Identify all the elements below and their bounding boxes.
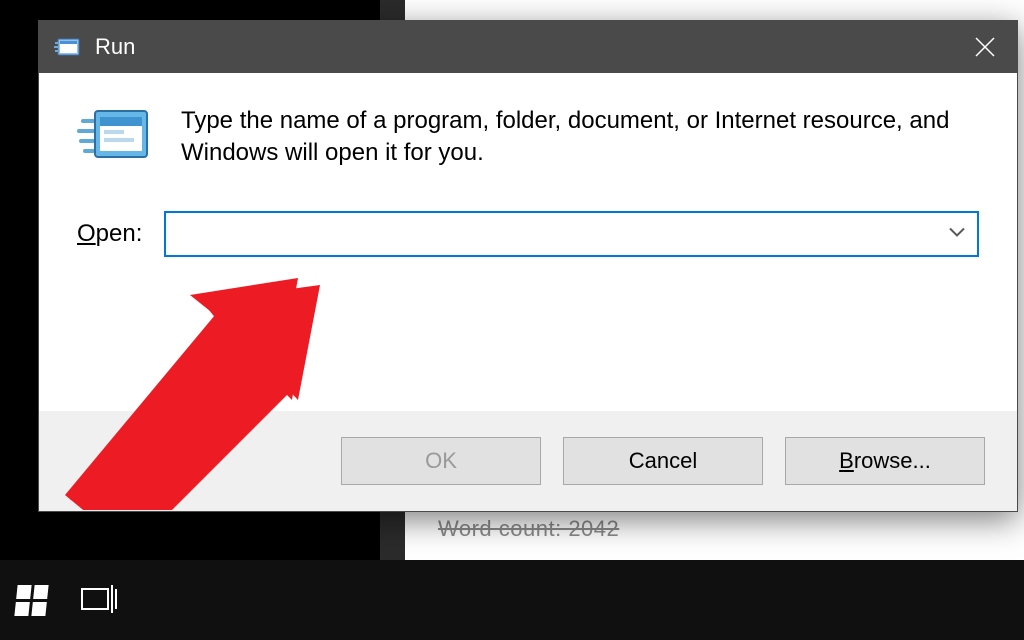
run-app-icon xyxy=(77,105,153,181)
titlebar[interactable]: Run xyxy=(39,21,1017,73)
cancel-button[interactable]: Cancel xyxy=(563,437,763,485)
close-button[interactable] xyxy=(953,21,1017,73)
background-wordcount-text: Word count: 2042 xyxy=(438,516,619,542)
browse-button[interactable]: Browse... xyxy=(785,437,985,485)
open-input[interactable] xyxy=(164,211,979,257)
ok-button[interactable]: OK xyxy=(341,437,541,485)
start-button[interactable] xyxy=(8,577,54,623)
run-titlebar-icon xyxy=(53,37,81,57)
task-view-button[interactable] xyxy=(76,577,122,623)
open-combobox[interactable] xyxy=(164,211,979,257)
task-view-icon xyxy=(80,583,118,617)
taskbar xyxy=(0,560,1024,640)
open-row: Open: xyxy=(39,181,1017,257)
button-row: OK Cancel Browse... xyxy=(39,411,1017,511)
dialog-description: Type the name of a program, folder, docu… xyxy=(181,105,979,181)
open-label: Open: xyxy=(77,220,142,248)
run-dialog: Run Type the name of a program, folder, … xyxy=(38,20,1018,512)
windows-logo-icon xyxy=(14,585,48,616)
dialog-title: Run xyxy=(95,34,953,60)
dialog-body: Type the name of a program, folder, docu… xyxy=(39,73,1017,181)
